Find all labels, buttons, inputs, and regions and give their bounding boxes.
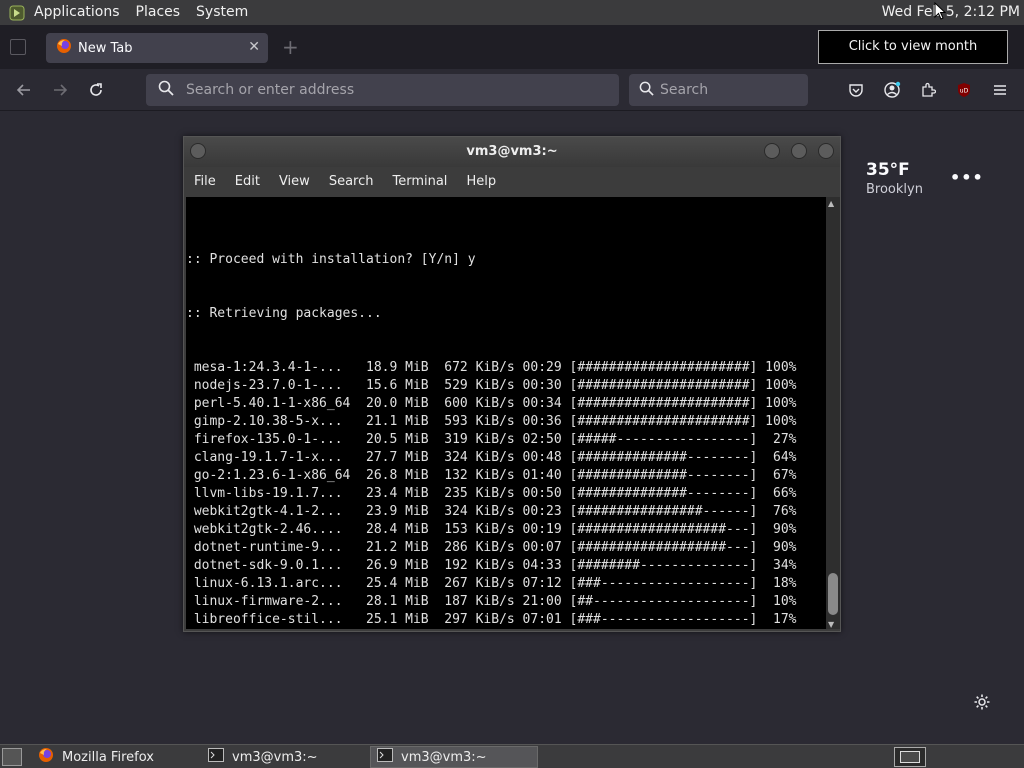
taskbar-label: vm3@vm3:~ — [401, 749, 487, 765]
reload-icon[interactable] — [85, 79, 107, 101]
weather-temperature: 35°F — [866, 160, 910, 180]
clock[interactable]: Wed Feb 5, 2:12 PM — [882, 0, 1020, 25]
terminal-text: :: Proceed with installation? [Y/n] y ::… — [186, 215, 796, 629]
minimize-button[interactable] — [764, 143, 780, 159]
download-row: dotnet-runtime-9... 21.2 MiB 286 KiB/s 0… — [186, 540, 797, 555]
terminal-output[interactable]: :: Proceed with installation? [Y/n] y ::… — [186, 197, 826, 629]
menu-terminal[interactable]: Terminal — [392, 174, 447, 189]
address-bar[interactable]: Search or enter address — [146, 74, 619, 106]
download-row: dotnet-sdk-9.0.1... 26.9 MiB 192 KiB/s 0… — [186, 558, 797, 573]
tab-new-tab[interactable]: New Tab ✕ — [46, 33, 268, 63]
taskbar-label: vm3@vm3:~ — [232, 749, 318, 765]
download-row: perl-5.40.1-1-x86_64 20.0 MiB 600 KiB/s … — [186, 396, 797, 411]
hamburger-menu-icon[interactable] — [989, 79, 1011, 101]
search-bar[interactable]: Search — [629, 74, 808, 106]
terminal-window[interactable]: vm3@vm3:~ File Edit View Search Terminal… — [183, 136, 841, 632]
terminal-line: :: Proceed with installation? [Y/n] y — [186, 252, 476, 267]
scrollbar-thumb[interactable] — [828, 573, 838, 615]
terminal-title: vm3@vm3:~ — [466, 144, 558, 159]
firefox-icon — [38, 747, 54, 767]
scroll-down-icon[interactable]: ▼ — [828, 620, 834, 629]
firefox-icon — [56, 38, 72, 58]
taskbar-item-firefox[interactable]: Mozilla Firefox — [32, 746, 198, 768]
download-row: linux-firmware-2... 28.1 MiB 187 KiB/s 2… — [186, 594, 797, 609]
pocket-icon[interactable] — [845, 79, 867, 101]
download-row: webkit2gtk-2.46.... 28.4 MiB 153 KiB/s 0… — [186, 522, 797, 537]
firefox-view-button[interactable] — [10, 39, 26, 55]
calendar-tooltip: Click to view month calendar — [818, 30, 1008, 86]
forward-icon[interactable] — [49, 79, 71, 101]
download-row: go-2:1.23.6-1-x86_64 26.8 MiB 132 KiB/s … — [186, 468, 797, 483]
applications-icon[interactable] — [8, 4, 26, 22]
scroll-up-icon[interactable]: ▲ — [828, 199, 834, 208]
close-tab-icon[interactable]: ✕ — [248, 39, 260, 55]
download-row: mesa-1:24.3.4-1-... 18.9 MiB 672 KiB/s 0… — [186, 360, 797, 375]
navigation-toolbar: Search or enter address Search uD — [0, 69, 1024, 111]
address-placeholder: Search or enter address — [186, 82, 355, 98]
download-row: gimp-2.10.38-5-x... 21.1 MiB 593 KiB/s 0… — [186, 414, 797, 429]
menu-file[interactable]: File — [194, 174, 216, 189]
tab-title: New Tab — [78, 40, 133, 56]
back-icon[interactable] — [13, 79, 35, 101]
gear-icon[interactable] — [973, 693, 991, 715]
taskbar-item-terminal-active[interactable]: vm3@vm3:~ — [370, 746, 538, 768]
download-row: linux-6.13.1.arc... 25.4 MiB 267 KiB/s 0… — [186, 576, 797, 591]
download-list: mesa-1:24.3.4-1-... 18.9 MiB 672 KiB/s 0… — [186, 359, 797, 629]
menu-view[interactable]: View — [279, 174, 310, 189]
terminal-line: :: Retrieving packages... — [186, 306, 382, 321]
search-icon — [158, 80, 174, 100]
terminal-titlebar[interactable]: vm3@vm3:~ — [184, 137, 840, 167]
svg-text:uD: uD — [960, 88, 969, 95]
menu-search[interactable]: Search — [329, 174, 374, 189]
maximize-button[interactable] — [791, 143, 807, 159]
download-row: libreoffice-stil... 25.1 MiB 297 KiB/s 0… — [186, 612, 797, 627]
download-row: nodejs-23.7.0-1-... 15.6 MiB 529 KiB/s 0… — [186, 378, 797, 393]
download-row: clang-19.1.7-1-x... 27.7 MiB 324 KiB/s 0… — [186, 450, 797, 465]
menu-help[interactable]: Help — [466, 174, 496, 189]
top-panel: Applications Places System Wed Feb 5, 2:… — [0, 0, 1024, 25]
new-tab-button[interactable]: + — [282, 35, 299, 59]
search-placeholder: Search — [660, 82, 709, 98]
terminal-scrollbar[interactable]: ▲ ▼ — [826, 197, 840, 629]
show-desktop-button[interactable] — [2, 748, 22, 766]
workspace-switcher[interactable] — [894, 747, 926, 767]
mouse-cursor-icon — [934, 1, 947, 24]
search-icon — [639, 81, 654, 100]
terminal-icon — [377, 748, 393, 766]
extensions-icon[interactable] — [917, 79, 939, 101]
download-row: firefox-135.0-1-... 20.5 MiB 319 KiB/s 0… — [186, 432, 797, 447]
terminal-icon — [208, 748, 224, 766]
menu-places[interactable]: Places — [128, 0, 189, 25]
account-icon[interactable] — [881, 79, 903, 101]
weather-city: Brooklyn — [866, 182, 923, 197]
terminal-menubar: File Edit View Search Terminal Help — [184, 167, 840, 195]
weather-widget[interactable]: 35°F Brooklyn — [866, 160, 923, 197]
menu-edit[interactable]: Edit — [235, 174, 260, 189]
bottom-panel: Mozilla Firefox vm3@vm3:~ vm3@vm3:~ — [0, 744, 1024, 768]
menu-system[interactable]: System — [188, 0, 256, 25]
download-row: llvm-libs-19.1.7... 23.4 MiB 235 KiB/s 0… — [186, 486, 797, 501]
weather-more-options-icon[interactable]: ••• — [950, 168, 984, 187]
taskbar-label: Mozilla Firefox — [62, 749, 154, 765]
taskbar-item-terminal[interactable]: vm3@vm3:~ — [202, 746, 368, 768]
ublock-origin-icon[interactable]: uD — [953, 79, 975, 101]
menu-applications[interactable]: Applications — [26, 0, 128, 25]
download-row: webkit2gtk-4.1-2... 23.9 MiB 324 KiB/s 0… — [186, 504, 797, 519]
close-button[interactable] — [818, 143, 834, 159]
